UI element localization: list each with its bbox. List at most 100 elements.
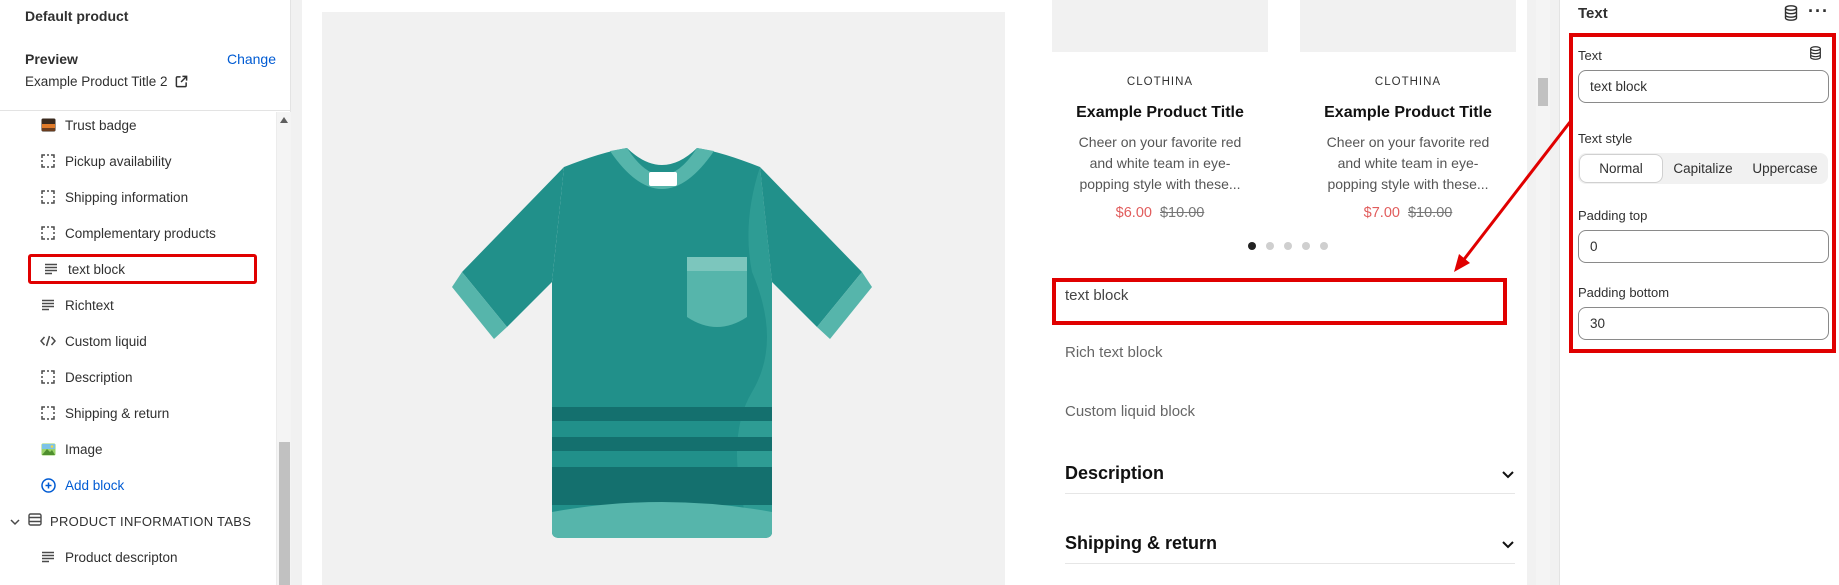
text-style-capitalize[interactable]: Capitalize xyxy=(1662,155,1744,182)
product-card-description: Cheer on your favorite red and white tea… xyxy=(1326,134,1490,192)
accordion-title: Shipping & return xyxy=(1065,533,1217,553)
sidebar-item-complementary-products[interactable]: Complementary products xyxy=(40,221,216,245)
text-style-normal[interactable]: Normal xyxy=(1580,155,1662,182)
custom-liquid-block-preview[interactable]: Custom liquid block xyxy=(1065,403,1195,420)
compare-price: $10.00 xyxy=(1407,205,1453,221)
carousel-dot[interactable] xyxy=(1284,242,1292,250)
dashed-square-icon xyxy=(40,225,56,241)
image-colored-icon xyxy=(40,117,56,133)
accordion-description[interactable]: Description xyxy=(1065,454,1515,494)
text-style-segmented-control: Normal Capitalize Uppercase xyxy=(1578,153,1828,184)
padding-top-label: Padding top xyxy=(1578,208,1648,223)
database-icon[interactable] xyxy=(1784,5,1798,21)
product-card-title[interactable]: Example Product Title xyxy=(1300,104,1516,122)
product-main-image[interactable] xyxy=(322,12,1005,585)
scroll-up-arrow-icon[interactable] xyxy=(280,117,288,123)
sidebar-item-label: Pickup availability xyxy=(65,153,172,169)
accordion-title: Description xyxy=(1065,463,1165,483)
product-card-image[interactable] xyxy=(1300,0,1516,52)
sidebar-item-trust-badge[interactable]: Trust badge xyxy=(40,113,137,137)
text-field-label: Text xyxy=(1578,48,1602,63)
carousel-dot[interactable] xyxy=(1248,242,1256,250)
product-card-image[interactable] xyxy=(1052,0,1268,52)
dashed-square-icon xyxy=(40,189,56,205)
carousel-dot[interactable] xyxy=(1320,242,1328,250)
sidebar-item-image[interactable]: Image xyxy=(40,437,103,461)
tshirt-image xyxy=(452,148,872,538)
carousel-dot[interactable] xyxy=(1302,242,1310,250)
left-sidebar: Default product Preview Change Example P… xyxy=(0,0,291,585)
text-lines-icon xyxy=(43,261,59,277)
sidebar-item-label: Shipping information xyxy=(65,189,189,205)
dashed-square-icon xyxy=(40,153,56,169)
text-lines-icon xyxy=(40,549,56,565)
sidebar-item-label: Custom liquid xyxy=(65,333,147,349)
text-style-uppercase[interactable]: Uppercase xyxy=(1744,155,1826,182)
plus-circle-icon xyxy=(40,477,56,493)
preview-product-name: Example Product Title 2 xyxy=(25,74,168,89)
section-layout-icon xyxy=(28,513,42,529)
carousel-dots xyxy=(1248,242,1328,250)
more-options-icon[interactable]: ··· xyxy=(1808,1,1829,22)
add-block-label: Add block xyxy=(65,477,125,493)
sidebar-header: Default product Preview Change Example P… xyxy=(0,0,291,111)
add-block-button[interactable]: Add block xyxy=(40,473,124,497)
template-title: Default product xyxy=(25,8,129,24)
accordion-shipping-return[interactable]: Shipping & return xyxy=(1065,524,1515,564)
sidebar-item-label: Shipping & return xyxy=(65,405,170,421)
sidebar-item-shipping-information[interactable]: Shipping information xyxy=(40,185,188,209)
sidebar-item-pickup-availability[interactable]: Pickup availability xyxy=(40,149,172,173)
product-card-price: $6.00 $10.00 xyxy=(1052,205,1268,221)
chevron-down-icon xyxy=(1502,470,1514,478)
text-block-preview[interactable]: text block xyxy=(1065,287,1128,304)
sidebar-item-label: Description xyxy=(65,369,133,385)
sidebar-item-label: Richtext xyxy=(65,297,114,313)
sidebar-item-shipping-return[interactable]: Shipping & return xyxy=(40,401,169,425)
carousel-dot[interactable] xyxy=(1266,242,1274,250)
product-card-brand: CLOTHINA xyxy=(1126,76,1194,88)
block-list: Trust badge Pickup availability Shipping… xyxy=(0,112,276,585)
product-card-title[interactable]: Example Product Title xyxy=(1052,104,1268,122)
sidebar-item-richtext[interactable]: Richtext xyxy=(40,293,114,317)
padding-bottom-label: Padding bottom xyxy=(1578,285,1670,300)
rich-text-block-preview[interactable]: Rich text block xyxy=(1065,344,1163,361)
change-preview-link[interactable]: Change xyxy=(227,51,276,67)
sidebar-item-label: text block xyxy=(68,261,126,277)
sidebar-item-description[interactable]: Description xyxy=(40,365,133,389)
theme-editor: Default product Preview Change Example P… xyxy=(0,0,1839,585)
compare-price: $10.00 xyxy=(1159,205,1205,221)
sidebar-scroll-thumb[interactable] xyxy=(279,442,290,585)
text-style-label: Text style xyxy=(1578,131,1633,146)
sidebar-scrollbar[interactable] xyxy=(276,112,291,585)
chevron-down-icon[interactable] xyxy=(10,514,20,529)
text-input[interactable] xyxy=(1578,70,1829,103)
chevron-down-icon xyxy=(1502,540,1514,548)
dynamic-source-icon[interactable] xyxy=(1809,46,1822,60)
block-settings-panel: Text ··· Text Text style Normal Capitali… xyxy=(1559,0,1839,585)
code-icon xyxy=(40,333,56,349)
settings-title: Text xyxy=(1578,5,1608,22)
dashed-square-icon xyxy=(40,405,56,421)
store-preview: CLOTHINA Example Product Title Cheer on … xyxy=(302,0,1550,585)
sale-price: $7.00 xyxy=(1363,205,1400,221)
sidebar-item-text-block[interactable]: text block xyxy=(28,254,257,284)
sidebar-item-product-description[interactable]: Product descripton xyxy=(40,545,178,569)
padding-top-input[interactable] xyxy=(1578,230,1829,263)
sidebar-item-label: Complementary products xyxy=(65,225,216,241)
padding-bottom-input[interactable] xyxy=(1578,307,1829,340)
sidebar-item-label: Trust badge xyxy=(65,117,137,133)
product-card-brand: CLOTHINA xyxy=(1374,76,1442,88)
product-card-price: $7.00 $10.00 xyxy=(1300,205,1516,221)
dashed-square-icon xyxy=(40,369,56,385)
preview-scroll-thumb[interactable] xyxy=(1538,78,1548,106)
sidebar-item-custom-liquid[interactable]: Custom liquid xyxy=(40,329,147,353)
preview-product[interactable]: Example Product Title 2 xyxy=(25,74,188,89)
product-card-description: Cheer on your favorite red and white tea… xyxy=(1078,134,1242,192)
image-colored-icon xyxy=(40,441,56,457)
section-label: PRODUCT INFORMATION TABS xyxy=(50,513,252,529)
sidebar-item-label: Product descripton xyxy=(65,549,178,565)
section-product-information-tabs[interactable]: PRODUCT INFORMATION TABS xyxy=(10,509,251,533)
preview-scrollbar[interactable] xyxy=(1536,0,1550,585)
sale-price: $6.00 xyxy=(1115,205,1152,221)
external-link-icon[interactable] xyxy=(175,75,188,88)
